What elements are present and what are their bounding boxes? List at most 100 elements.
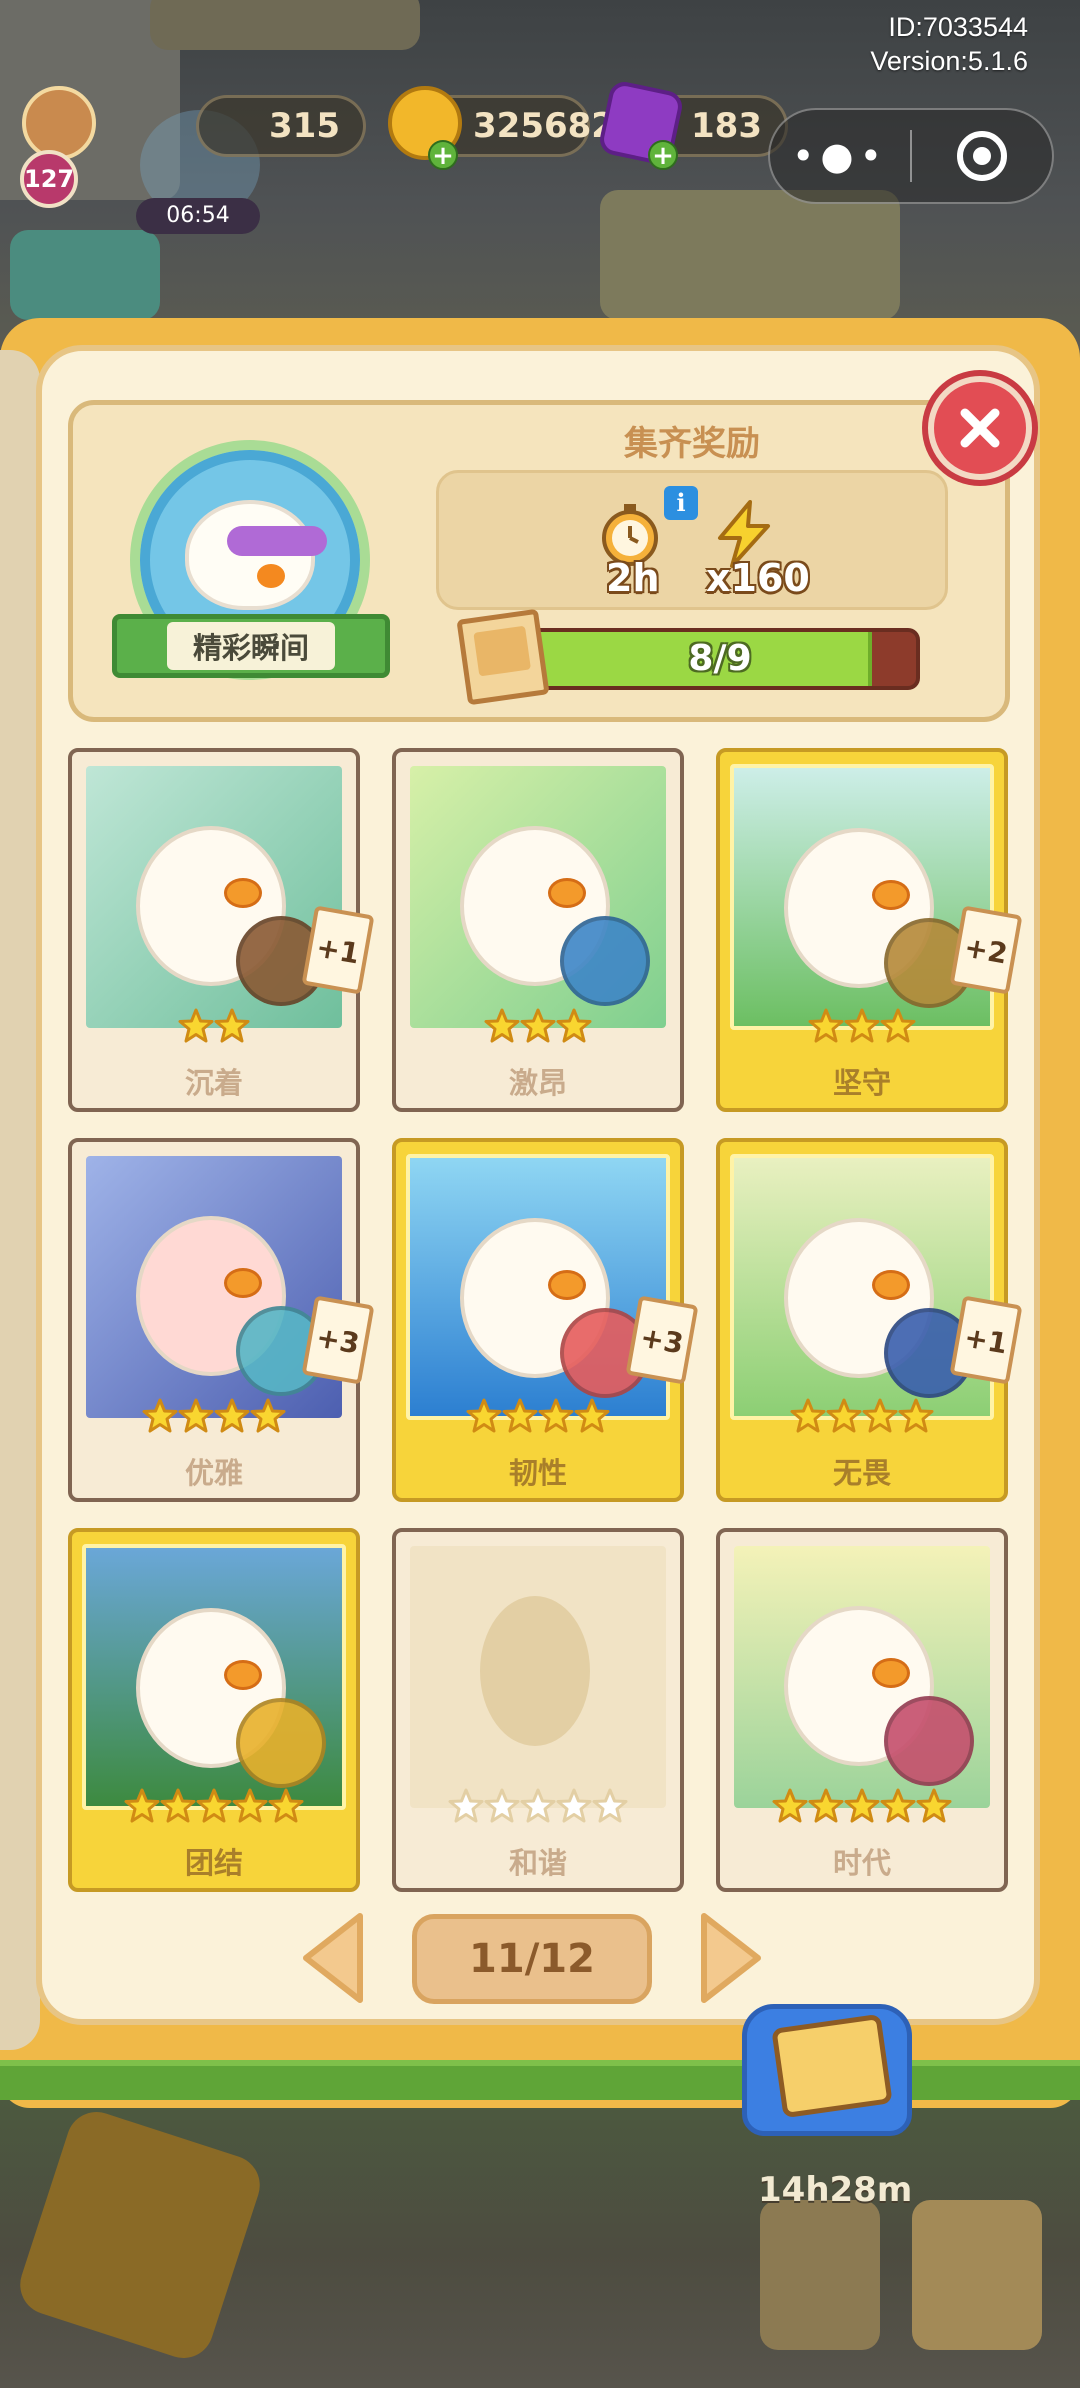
scene-building	[150, 0, 420, 50]
mini-program-capsule: •●•	[768, 108, 1054, 204]
sunglasses-icon	[227, 526, 327, 556]
star-icon	[196, 1788, 232, 1828]
star-icon	[214, 1398, 250, 1438]
star-icon	[844, 1008, 880, 1048]
close-icon	[960, 408, 1000, 448]
scene-building	[10, 230, 160, 320]
card-label: 优雅	[184, 1456, 243, 1490]
add-gems-button[interactable]: +	[648, 140, 678, 170]
id-text: ID:7033544	[888, 12, 1028, 42]
bottom-timer: 14h28m	[758, 2170, 913, 2210]
star-icon	[484, 1788, 520, 1828]
card-prop	[560, 916, 650, 1006]
star-icon	[826, 1398, 862, 1438]
card-label: 韧性	[508, 1456, 567, 1490]
locked-duck-silhouette	[480, 1596, 590, 1746]
prev-page-arrow-icon[interactable]	[298, 1910, 368, 2006]
album-card[interactable]: 时代	[716, 1528, 1008, 1892]
star-icon	[268, 1788, 304, 1828]
star-icon	[538, 1398, 574, 1438]
star-rating	[72, 1008, 356, 1048]
duck-beak	[548, 878, 586, 908]
album-card[interactable]: 韧性 +3	[392, 1138, 699, 1502]
star-icon	[556, 1008, 592, 1048]
card-prop	[236, 1698, 326, 1788]
star-icon	[808, 1008, 844, 1048]
card-label: 无畏	[832, 1456, 891, 1490]
album-collection-button[interactable]	[742, 2004, 912, 2136]
scene-item-slot	[912, 2200, 1042, 2350]
star-icon	[142, 1398, 178, 1438]
collection-progress-bar: 8/9	[520, 628, 920, 690]
photo-card-icon	[456, 608, 550, 706]
more-menu-button[interactable]: •●•	[770, 110, 910, 202]
reward-time-value: 2h	[606, 556, 660, 600]
duck-beak	[224, 878, 262, 908]
card-label: 时代	[832, 1846, 891, 1880]
star-rating	[72, 1398, 356, 1438]
album-card[interactable]: 团结	[68, 1528, 360, 1892]
star-icon	[214, 1008, 250, 1048]
album-card[interactable]: 沉着 +1	[68, 748, 375, 1112]
star-icon	[448, 1788, 484, 1828]
card-artwork	[82, 1544, 346, 1810]
star-icon	[556, 1788, 592, 1828]
close-button[interactable]	[928, 376, 1032, 480]
exit-mini-program-button[interactable]	[912, 110, 1052, 202]
star-icon	[520, 1788, 556, 1828]
album-card[interactable]: 和谐	[392, 1528, 684, 1892]
more-dots-icon: •●•	[792, 134, 888, 178]
card-label: 激昂	[508, 1066, 567, 1100]
album-title: 精彩瞬间	[166, 622, 335, 670]
card-artwork	[734, 1546, 990, 1808]
card-artwork	[86, 1156, 342, 1418]
star-icon	[160, 1788, 196, 1828]
star-rating	[720, 1398, 1004, 1438]
duck-beak	[224, 1660, 262, 1690]
duck-beak	[872, 880, 910, 910]
album-card[interactable]: 无畏 +1	[716, 1138, 1023, 1502]
energy-counter: 315	[196, 95, 366, 157]
star-icon	[178, 1008, 214, 1048]
photo-envelope-icon	[771, 2013, 893, 2119]
book-page-left-edge	[0, 350, 40, 2050]
info-icon[interactable]: i	[664, 486, 698, 520]
build-info: ID:7033544 Version:5.1.6	[870, 10, 1028, 78]
star-icon	[772, 1788, 808, 1828]
star-icon	[790, 1398, 826, 1438]
add-coins-button[interactable]: +	[428, 140, 458, 170]
card-silhouette	[410, 1546, 666, 1808]
star-rating	[396, 1398, 680, 1438]
star-icon	[916, 1788, 952, 1828]
album-card[interactable]: 优雅 +3	[68, 1138, 375, 1502]
reward-title: 集齐奖励	[624, 424, 760, 464]
duck-beak	[872, 1658, 910, 1688]
duck-beak	[257, 564, 285, 588]
star-icon	[574, 1398, 610, 1438]
duck-beak	[224, 1268, 262, 1298]
version-text: Version:5.1.6	[870, 46, 1028, 76]
album-card[interactable]: 坚守 +2	[716, 748, 1023, 1112]
star-rating	[396, 1008, 680, 1048]
star-icon	[178, 1398, 214, 1438]
card-artwork	[730, 764, 994, 1030]
card-label: 坚守	[832, 1066, 891, 1100]
star-icon	[808, 1788, 844, 1828]
album-card[interactable]: 激昂	[392, 748, 684, 1112]
star-icon	[232, 1788, 268, 1828]
player-avatar[interactable]	[22, 86, 96, 160]
scene-item-slot	[760, 2200, 880, 2350]
star-icon	[880, 1788, 916, 1828]
star-icon	[502, 1398, 538, 1438]
star-rating	[396, 1788, 680, 1828]
level-badge: 127	[20, 150, 78, 208]
star-icon	[484, 1008, 520, 1048]
reward-energy-value: x160	[706, 556, 810, 600]
medal-duck-art	[185, 500, 327, 610]
star-rating	[720, 1788, 1004, 1828]
star-icon	[250, 1398, 286, 1438]
next-page-arrow-icon[interactable]	[696, 1910, 766, 2006]
star-icon	[844, 1788, 880, 1828]
duck-beak	[548, 1270, 586, 1300]
star-icon	[520, 1008, 556, 1048]
